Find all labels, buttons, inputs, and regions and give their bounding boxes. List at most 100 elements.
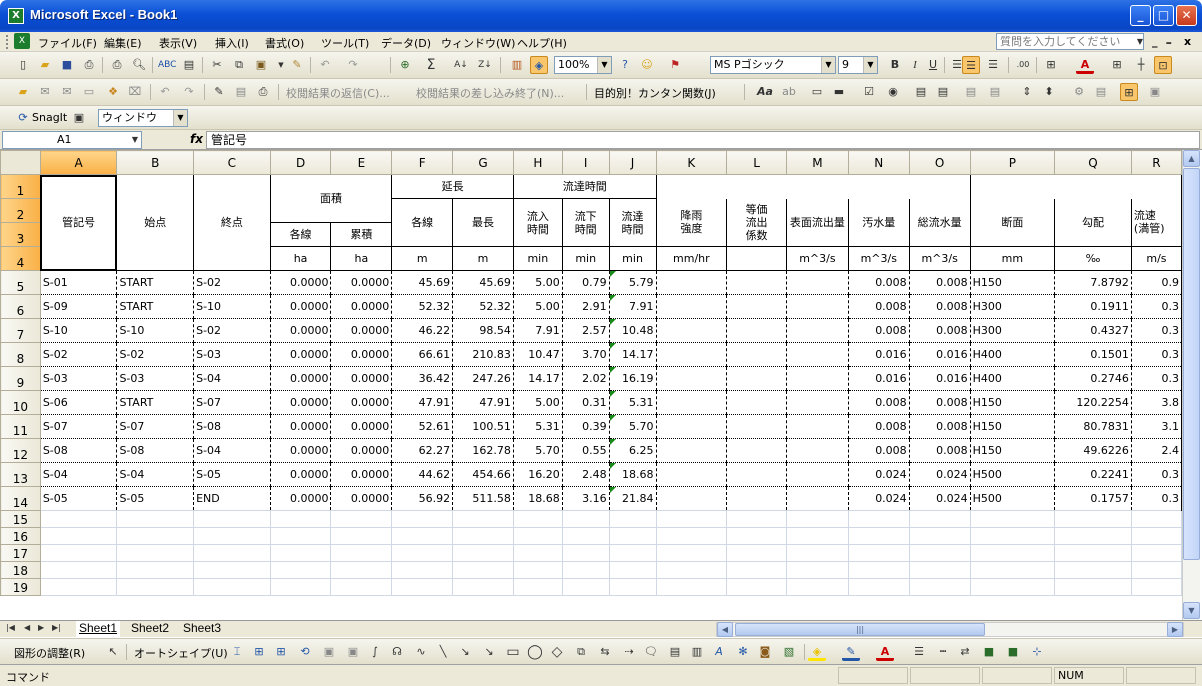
cell-J10[interactable]: 5.31	[608, 390, 657, 415]
cell-G10[interactable]: 47.91	[452, 390, 514, 415]
dash-style-icon[interactable]: ┅	[934, 643, 952, 661]
cell-N16[interactable]	[847, 527, 910, 545]
cell-N13[interactable]: 0.024	[847, 462, 910, 487]
cell-O8[interactable]: 0.016	[908, 342, 971, 367]
cell-I15[interactable]	[561, 510, 610, 528]
toolbar-options-icon[interactable]: ⊹	[1028, 643, 1046, 661]
cell-E7[interactable]: 0.0000	[330, 318, 393, 343]
cell-F12[interactable]: 62.27	[391, 438, 454, 463]
clipart-icon[interactable]: ◙	[756, 643, 774, 661]
align-right-icon[interactable]: ☰	[984, 56, 1002, 74]
oval-icon[interactable]: ◯	[526, 643, 544, 661]
control-properties-icon[interactable]: ⚙	[1070, 83, 1088, 101]
row-header-2[interactable]: 2	[0, 198, 41, 223]
header-pipe-id[interactable]: 管記号	[39, 174, 118, 271]
format-painter-icon[interactable]: ✎	[288, 56, 306, 74]
cell-I14[interactable]: 3.16	[561, 486, 610, 511]
combobox-icon[interactable]: ▤	[934, 83, 952, 101]
combo-drop-icon[interactable]: ▤	[986, 83, 1004, 101]
cell-F17[interactable]	[391, 544, 454, 562]
header-blank-p-r[interactable]	[969, 174, 1182, 199]
header-sewage[interactable]: 汚水量	[847, 198, 910, 247]
group-icon[interactable]: ▣	[320, 643, 338, 661]
distribute-icon[interactable]: ⊞	[250, 643, 268, 661]
cell-O9[interactable]: 0.016	[908, 366, 971, 391]
vertical-scrollbar[interactable]: ▲ ▼	[1182, 150, 1200, 620]
cell-R9[interactable]: 0.3	[1130, 366, 1182, 391]
row-header-18[interactable]: 18	[0, 561, 41, 579]
unit-cell-P[interactable]: mm	[969, 246, 1056, 271]
spreadsheet-grid[interactable]: A B C D E F G H I J K L M N O P Q R 1 管記号 始点 終点 面積 延長 流達時間 2 各線 最長流…	[0, 150, 1182, 620]
row-header-14[interactable]: 14	[0, 486, 41, 511]
cell-D9[interactable]: 0.0000	[269, 366, 332, 391]
chevron-down-icon[interactable]: ▼	[1134, 33, 1146, 51]
cell-C9[interactable]: S-04	[193, 366, 271, 391]
cell-J7[interactable]: 10.48	[608, 318, 657, 343]
cell-P12[interactable]: H150	[969, 438, 1056, 463]
cell-A6[interactable]: S-09	[39, 294, 118, 319]
cell-Q9[interactable]: 0.2746	[1054, 366, 1132, 391]
arrow-style-icon[interactable]: ⇄	[956, 643, 974, 661]
toolbar-grip[interactable]	[6, 35, 9, 49]
cell-O14[interactable]: 0.024	[908, 486, 971, 511]
cell-I19[interactable]	[561, 578, 610, 596]
redo-review-icon[interactable]: ↷	[180, 83, 198, 101]
cell-L18[interactable]	[726, 561, 787, 579]
cell-E15[interactable]	[330, 510, 393, 528]
header-flow-time[interactable]: 流達時間	[512, 174, 657, 199]
cell-C10[interactable]: S-07	[193, 390, 271, 415]
column-header-E[interactable]: E	[330, 150, 393, 175]
cell-C19[interactable]	[193, 578, 271, 596]
cell-B13[interactable]: S-04	[116, 462, 195, 487]
cell-L13[interactable]	[726, 462, 787, 487]
cell-J16[interactable]	[608, 527, 657, 545]
cell-M15[interactable]	[785, 510, 849, 528]
header-runoff-coef[interactable]: 等価 流出 係数	[726, 198, 787, 247]
column-header-P[interactable]: P	[969, 150, 1056, 175]
chevron-down-icon[interactable]: ▼	[173, 110, 187, 126]
cell-K11[interactable]	[655, 414, 728, 439]
arrow-icon[interactable]: ↘	[456, 643, 474, 661]
cell-O15[interactable]	[908, 510, 971, 528]
cell-A5[interactable]: S-01	[39, 270, 118, 295]
cell-A16[interactable]	[39, 527, 118, 545]
cell-H12[interactable]: 5.70	[512, 438, 563, 463]
cell-E17[interactable]	[330, 544, 393, 562]
scroll-down-button[interactable]: ▼	[1183, 602, 1200, 619]
cell-C13[interactable]: S-05	[193, 462, 271, 487]
menu-help[interactable]: ヘルプ(H)	[517, 35, 567, 51]
cell-M10[interactable]	[785, 390, 849, 415]
fill-color-icon[interactable]: ◈	[808, 643, 826, 661]
cell-C11[interactable]: S-08	[193, 414, 271, 439]
sheet-tab-1[interactable]: Sheet1	[76, 621, 121, 637]
cut-icon[interactable]: ✂	[208, 56, 226, 74]
cell-D14[interactable]: 0.0000	[269, 486, 332, 511]
cell-M12[interactable]	[785, 438, 849, 463]
cell-A12[interactable]: S-08	[39, 438, 118, 463]
header-slope[interactable]: 勾配	[1054, 198, 1132, 247]
cell-A17[interactable]	[39, 544, 118, 562]
cell-N12[interactable]: 0.008	[847, 438, 910, 463]
cell-H5[interactable]: 5.00	[512, 270, 563, 295]
cell-O17[interactable]	[908, 544, 971, 562]
cell-L8[interactable]	[726, 342, 787, 367]
row-header-4[interactable]: 4	[0, 246, 41, 271]
cell-E19[interactable]	[330, 578, 393, 596]
cell-M6[interactable]	[785, 294, 849, 319]
unit-cell-L[interactable]	[726, 246, 787, 271]
cell-G11[interactable]: 100.51	[452, 414, 514, 439]
cell-G12[interactable]: 162.78	[452, 438, 514, 463]
cell-D19[interactable]	[269, 578, 332, 596]
menu-format[interactable]: 書式(O)	[265, 35, 304, 51]
cell-R12[interactable]: 2.4	[1130, 438, 1182, 463]
cell-I6[interactable]: 2.91	[561, 294, 610, 319]
row-header-6[interactable]: 6	[0, 294, 41, 319]
column-header-D[interactable]: D	[269, 150, 332, 175]
cell-E5[interactable]: 0.0000	[330, 270, 393, 295]
header-down-time[interactable]: 流下 時間	[561, 198, 610, 247]
cell-J11[interactable]: 5.70	[608, 414, 657, 439]
ungroup-icon[interactable]: ▣	[344, 643, 362, 661]
cell-K6[interactable]	[655, 294, 728, 319]
cell-A11[interactable]: S-07	[39, 414, 118, 439]
curve-icon[interactable]: ∫	[366, 643, 384, 661]
